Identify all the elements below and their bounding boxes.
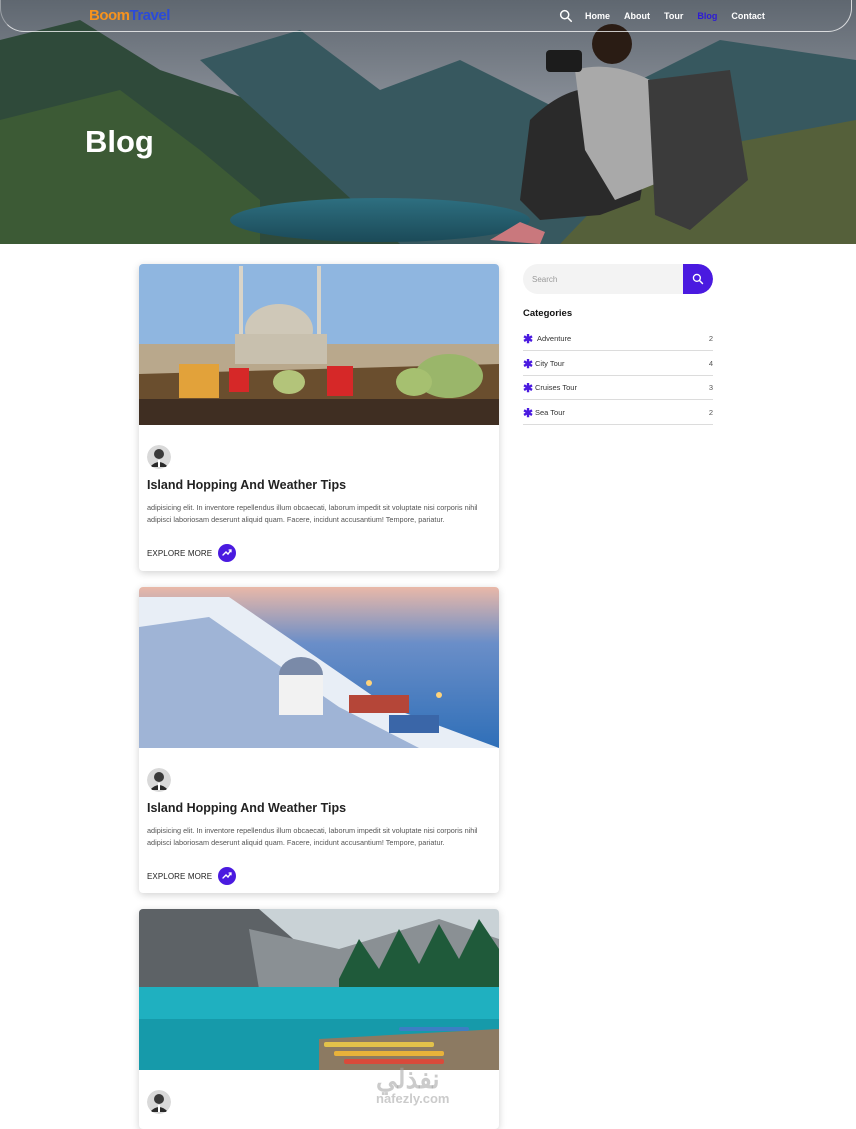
category-name: City Tour [535,359,565,368]
category-name: Cruises Tour [535,383,577,392]
explore-more-label: EXPLORE MORE [147,548,213,558]
category-name: Sea Tour [535,408,565,417]
category-item-city-tour[interactable]: ✱ City Tour 4 [523,352,713,376]
trend-arrow-icon[interactable] [218,544,237,562]
brand-logo-part1: Boom [89,7,130,24]
nav-item-about[interactable]: About [624,11,650,21]
search-icon[interactable] [559,9,573,23]
hero-background-image [0,0,856,244]
category-item-sea-tour[interactable]: ✱ Sea Tour 2 [523,401,713,425]
post-image-mountain-lake[interactable] [139,909,499,1070]
author-avatar [147,445,171,469]
asterisk-icon: ✱ [523,356,534,371]
sidebar-search [523,264,713,294]
nav-item-home[interactable]: Home [585,11,610,21]
author-avatar [147,768,171,792]
nav-menu: Home About Tour Blog Contact [559,9,779,23]
category-name: Adventure [537,334,572,343]
category-count: 3 [708,383,713,392]
post-title[interactable]: Island Hopping And Weather Tips [147,478,346,492]
hero-banner: BoomTravel Home About Tour Blog Contact … [0,0,856,244]
search-button[interactable] [683,264,713,294]
explore-more-link[interactable]: EXPLORE MORE [147,544,237,562]
blog-post-card: Island Hopping And Weather Tips adipisic… [139,587,499,893]
asterisk-icon: ✱ [523,405,534,420]
author-avatar [147,1090,171,1114]
trend-arrow-icon[interactable] [218,867,237,885]
category-item-cruises-tour[interactable]: ✱ Cruises Tour 3 [523,376,713,400]
category-item-adventure[interactable]: ✱ Adventure 2 [523,327,713,351]
category-count: 2 [708,408,713,417]
nav-item-contact[interactable]: Contact [731,11,765,21]
search-input[interactable] [523,264,683,294]
watermark: نفذلي nafezly.com [376,1064,449,1106]
brand-logo[interactable]: BoomTravel [89,7,170,24]
post-image-santorini[interactable] [139,587,499,748]
post-excerpt: adipisicing elit. In inventore repellend… [147,826,478,847]
post-excerpt: adipisicing elit. In inventore repellend… [147,503,478,524]
search-icon [692,273,704,285]
category-count: 4 [708,359,713,368]
explore-more-link[interactable]: EXPLORE MORE [147,867,237,885]
post-title[interactable]: Island Hopping And Weather Tips [147,801,346,815]
explore-more-label: EXPLORE MORE [147,871,213,881]
post-image-istanbul[interactable] [139,264,499,425]
navbar: BoomTravel Home About Tour Blog Contact [0,0,852,32]
category-count: 2 [708,334,713,343]
page-title: Blog [85,124,154,159]
nav-item-blog[interactable]: Blog [697,11,717,21]
asterisk-icon: ✱ [523,331,534,346]
nav-item-tour[interactable]: Tour [664,11,683,21]
watermark-latin: nafezly.com [376,1091,450,1106]
categories-heading: Categories [523,308,573,319]
asterisk-icon: ✱ [523,380,534,395]
blog-post-card: Island Hopping And Weather Tips adipisic… [139,264,499,571]
brand-logo-part2: Travel [129,7,171,24]
